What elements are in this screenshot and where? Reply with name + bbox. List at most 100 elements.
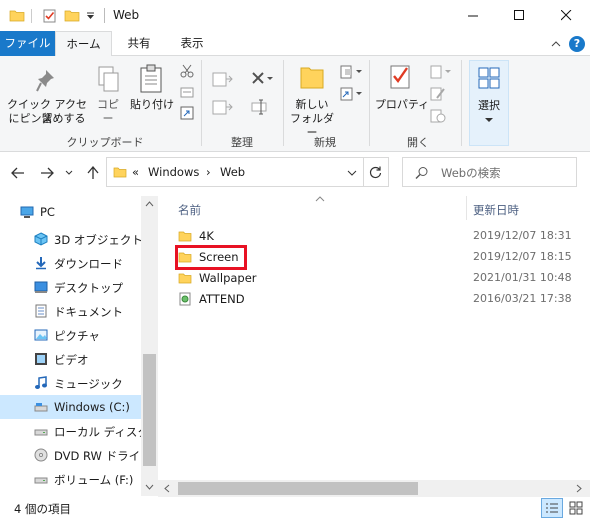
open-icon[interactable] [429, 64, 453, 80]
address-dropdown-icon[interactable] [347, 170, 357, 176]
refresh-button[interactable] [363, 157, 389, 187]
nav-item[interactable]: ドキュメント [0, 299, 141, 323]
scroll-down-icon[interactable] [145, 484, 154, 490]
file-row[interactable]: Wallpaper 2021/01/31 10:48 [170, 268, 590, 289]
column-header-modified[interactable]: 更新日時 [473, 202, 519, 218]
nav-item-label: DVD RW ドライブ ( [54, 449, 141, 463]
pictures-icon [34, 329, 48, 341]
properties-button[interactable]: プロパティ [374, 60, 429, 132]
scroll-left-icon[interactable] [164, 484, 170, 493]
address-bar[interactable]: « Windows › Web [106, 157, 364, 187]
dvd-drive-icon [34, 448, 48, 462]
file-row[interactable]: 4K 2019/12/07 18:31 [170, 226, 590, 247]
new-folder-button[interactable]: 新しい フォルダー [288, 60, 336, 139]
tab-home[interactable]: ホーム [55, 31, 112, 57]
status-bar: 4 個の項目 [0, 497, 590, 520]
file-row[interactable]: ATTEND 2016/03/21 17:38 [170, 289, 590, 310]
large-icons-view-icon [569, 501, 583, 515]
nav-item-label: ピクチャ [54, 329, 100, 343]
divider [201, 60, 202, 146]
scroll-right-icon[interactable] [576, 484, 582, 493]
search-box[interactable]: Webの検索 [402, 157, 577, 187]
nav-item[interactable]: デスクトップ [0, 275, 141, 299]
horizontal-scrollbar[interactable] [158, 480, 590, 497]
nav-item[interactable]: ボリューム (F:) [0, 467, 141, 491]
edit-icon[interactable] [429, 86, 447, 102]
rename-icon[interactable] [250, 98, 268, 116]
pin-to-quick-access-button[interactable]: クイック アクセス にピン留めする [4, 60, 87, 132]
item-count: 4 個の項目 [14, 502, 71, 516]
address-separator[interactable]: › [206, 165, 211, 179]
music-icon [35, 376, 47, 389]
forward-button[interactable] [38, 164, 56, 182]
nav-item[interactable]: DVD RW ドライブ ( [0, 443, 141, 467]
chevron-down-icon [485, 118, 493, 122]
nav-item[interactable]: ミュージック [0, 371, 141, 395]
address-overflow[interactable]: « [132, 165, 139, 179]
nav-item[interactable]: Windows (C:) [0, 395, 141, 419]
new-folder-label-line1: 新しい [295, 98, 329, 111]
nav-item[interactable]: PC [0, 200, 141, 224]
3d-objects-icon [34, 232, 48, 246]
scroll-up-icon[interactable] [145, 201, 154, 207]
forward-arrow-icon [41, 167, 54, 179]
delete-icon[interactable] [250, 70, 274, 88]
paste-icon [140, 64, 162, 93]
back-arrow-icon [11, 167, 24, 179]
nav-item[interactable]: ダウンロード [0, 251, 141, 275]
column-divider[interactable] [466, 196, 467, 220]
new-item-icon[interactable] [340, 64, 364, 80]
collapse-ribbon-icon[interactable] [551, 40, 561, 48]
copy-to-icon[interactable] [212, 98, 234, 116]
properties-icon[interactable] [42, 8, 58, 24]
nav-pane-scroll-thumb[interactable] [143, 354, 156, 466]
drive-c-icon [34, 403, 48, 412]
nav-item[interactable]: ビデオ [0, 347, 141, 371]
tab-file[interactable]: ファイル [0, 31, 55, 56]
ribbon-tabs: ファイル ホーム 共有 表示 ? [0, 31, 590, 57]
nav-item-label: Windows (C:) [54, 400, 130, 414]
pin-label-line2: にピン留めする [8, 112, 86, 125]
close-button[interactable] [543, 0, 589, 31]
cut-icon[interactable] [180, 64, 194, 78]
move-to-icon[interactable] [212, 70, 234, 88]
file-modified: 2021/01/31 10:48 [473, 271, 572, 284]
address-segment-web[interactable]: Web [220, 165, 245, 179]
file-name: Wallpaper [199, 271, 257, 285]
copy-button[interactable]: コピー [92, 60, 124, 132]
column-header-name[interactable]: 名前 [178, 202, 201, 218]
nav-item[interactable]: ローカル ディスク (D [0, 419, 141, 443]
tab-view[interactable]: 表示 [170, 31, 214, 56]
history-icon[interactable] [429, 108, 447, 124]
address-segment-windows[interactable]: Windows [148, 165, 199, 179]
divider [369, 60, 370, 146]
horizontal-scroll-thumb[interactable] [178, 482, 418, 495]
paste-button[interactable]: 貼り付け [128, 60, 176, 132]
select-button[interactable]: 選択 [469, 60, 509, 146]
easy-access-icon[interactable] [340, 86, 364, 102]
tab-share[interactable]: 共有 [117, 31, 161, 56]
nav-item[interactable]: 3D オブジェクト [0, 227, 141, 251]
large-icons-view-button[interactable] [566, 498, 588, 518]
maximize-icon [513, 10, 524, 20]
properties-label: プロパティ [374, 98, 430, 111]
back-button[interactable] [9, 164, 27, 182]
nav-item[interactable]: ピクチャ [0, 323, 141, 347]
copy-path-icon[interactable] [180, 85, 194, 99]
new-folder-icon[interactable] [64, 8, 80, 22]
chevron-down-icon [65, 170, 73, 175]
up-arrow-icon [87, 166, 99, 179]
minimize-button[interactable] [450, 0, 496, 31]
customize-toolbar-icon[interactable] [86, 11, 96, 21]
highlight-box [175, 245, 247, 270]
up-button[interactable] [84, 164, 102, 182]
file-modified: 2016/03/21 17:38 [473, 292, 572, 305]
maximize-button[interactable] [496, 0, 542, 31]
help-icon[interactable]: ? [569, 36, 585, 52]
nav-pane-scrollbar[interactable] [141, 196, 158, 496]
recent-locations-button[interactable] [63, 164, 75, 182]
pc-icon [20, 206, 34, 218]
paste-shortcut-icon[interactable] [180, 106, 194, 120]
close-icon [560, 10, 571, 21]
details-view-button[interactable] [541, 498, 563, 518]
